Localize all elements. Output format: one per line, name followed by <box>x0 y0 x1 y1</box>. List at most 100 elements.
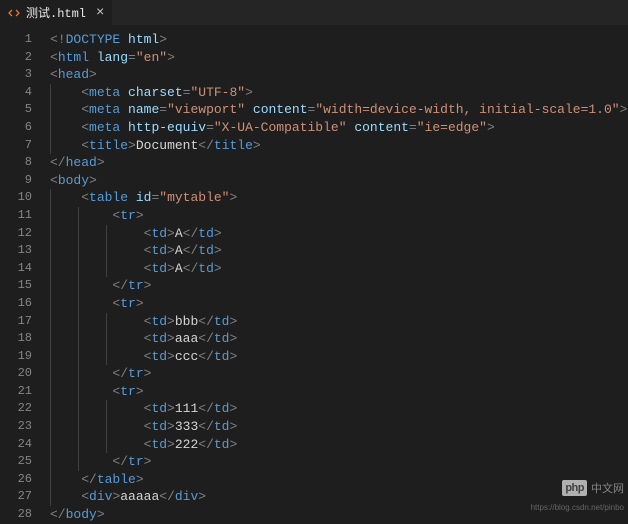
indent-guide <box>78 225 79 243</box>
code-line[interactable]: <!DOCTYPE html> <box>50 31 628 49</box>
token-p: < <box>81 85 89 100</box>
token-str: "UTF-8" <box>190 85 245 100</box>
token-txt: ccc <box>175 349 198 364</box>
code-line[interactable]: <td>111</td> <box>50 400 628 418</box>
indent-guide <box>106 348 107 366</box>
token-p: </ <box>112 454 128 469</box>
token-p: </ <box>159 489 175 504</box>
token-attr: html <box>128 32 159 47</box>
line-number: 5 <box>0 101 32 119</box>
close-icon[interactable]: × <box>96 5 104 21</box>
code-line[interactable]: <td>A</td> <box>50 260 628 278</box>
token-p: </ <box>183 243 199 258</box>
code-line[interactable]: <meta name="viewport" content="width=dev… <box>50 101 628 119</box>
token-txt: 222 <box>175 437 198 452</box>
token-p: > <box>128 138 136 153</box>
indent-guide <box>106 225 107 243</box>
indent-guide <box>50 436 51 454</box>
token-tag: tr <box>120 384 136 399</box>
indent-guide <box>50 313 51 331</box>
code-line[interactable]: </tr> <box>50 365 628 383</box>
line-number: 10 <box>0 189 32 207</box>
token-p: > <box>167 243 175 258</box>
code-area[interactable]: <!DOCTYPE html><html lang="en"><head> <m… <box>40 25 628 514</box>
file-tab[interactable]: 测试.html × <box>0 0 113 25</box>
token-tag: td <box>214 314 230 329</box>
code-line[interactable]: <head> <box>50 66 628 84</box>
token-txt: Document <box>136 138 198 153</box>
token-tag: td <box>151 243 167 258</box>
code-line[interactable]: </table> <box>50 471 628 489</box>
token-attr: name <box>128 102 159 117</box>
indent-guide <box>50 471 51 489</box>
token-p: < <box>81 190 89 205</box>
line-number: 16 <box>0 295 32 313</box>
token-tag: tr <box>120 296 136 311</box>
code-line[interactable]: <meta http-equiv="X-UA-Compatible" conte… <box>50 119 628 137</box>
token-p: > <box>229 190 237 205</box>
token-p: > <box>159 32 167 47</box>
code-line[interactable]: </head> <box>50 154 628 172</box>
token-tag: table <box>97 472 136 487</box>
indent-guide <box>50 119 51 137</box>
indent-guide <box>50 207 51 225</box>
line-number: 9 <box>0 172 32 190</box>
token-tag: td <box>214 401 230 416</box>
editor-pane[interactable]: 1234567891011121314151617181920212223242… <box>0 25 628 514</box>
code-line[interactable]: <td>aaa</td> <box>50 330 628 348</box>
code-line[interactable]: <td>333</td> <box>50 418 628 436</box>
token-p: </ <box>198 437 214 452</box>
code-line[interactable]: <tr> <box>50 383 628 401</box>
line-number: 14 <box>0 260 32 278</box>
indent-guide <box>78 277 79 295</box>
code-line[interactable]: <td>A</td> <box>50 242 628 260</box>
code-line[interactable]: <td>bbb</td> <box>50 313 628 331</box>
token-tag: td <box>151 437 167 452</box>
token-tag: td <box>198 261 214 276</box>
token-tag: meta <box>89 85 128 100</box>
token-p: </ <box>198 401 214 416</box>
code-line[interactable]: <td>A</td> <box>50 225 628 243</box>
token-tag: tr <box>128 366 144 381</box>
indent-guide <box>78 242 79 260</box>
indent-guide <box>78 400 79 418</box>
token-tag: td <box>151 226 167 241</box>
watermark-text: 中文网 <box>591 480 624 496</box>
footer-url: https://blog.csdn.net/pinbo <box>531 503 624 512</box>
token-p: < <box>50 50 58 65</box>
token-p: </ <box>183 226 199 241</box>
code-line[interactable]: <td>222</td> <box>50 436 628 454</box>
indent-guide <box>78 365 79 383</box>
code-line[interactable]: <title>Document</title> <box>50 137 628 155</box>
token-txt: bbb <box>175 314 198 329</box>
code-line[interactable]: </tr> <box>50 453 628 471</box>
code-line[interactable]: <td>ccc</td> <box>50 348 628 366</box>
token-p: > <box>198 489 206 504</box>
code-line[interactable]: </tr> <box>50 277 628 295</box>
tab-filename: 测试.html <box>26 4 86 21</box>
token-p: > <box>229 331 237 346</box>
code-line[interactable]: <tr> <box>50 207 628 225</box>
indent-guide <box>50 137 51 155</box>
indent-guide <box>50 260 51 278</box>
token-tag: meta <box>89 102 128 117</box>
code-line[interactable]: <body> <box>50 172 628 190</box>
token-tag: td <box>198 226 214 241</box>
token-attr: id <box>136 190 152 205</box>
token-tag: body <box>58 173 89 188</box>
watermark-logo: php <box>562 480 587 496</box>
token-p: > <box>167 314 175 329</box>
token-attr: content <box>354 120 409 135</box>
line-number: 1 <box>0 31 32 49</box>
token-tag <box>245 102 253 117</box>
token-p: > <box>167 349 175 364</box>
indent-guide <box>78 348 79 366</box>
code-line[interactable]: <meta charset="UTF-8"> <box>50 84 628 102</box>
line-number: 2 <box>0 49 32 67</box>
token-tag: tr <box>120 208 136 223</box>
token-p: > <box>167 261 175 276</box>
code-line[interactable]: <html lang="en"> <box>50 49 628 67</box>
token-txt: aaa <box>175 331 198 346</box>
code-line[interactable]: <table id="mytable"> <box>50 189 628 207</box>
code-line[interactable]: <tr> <box>50 295 628 313</box>
